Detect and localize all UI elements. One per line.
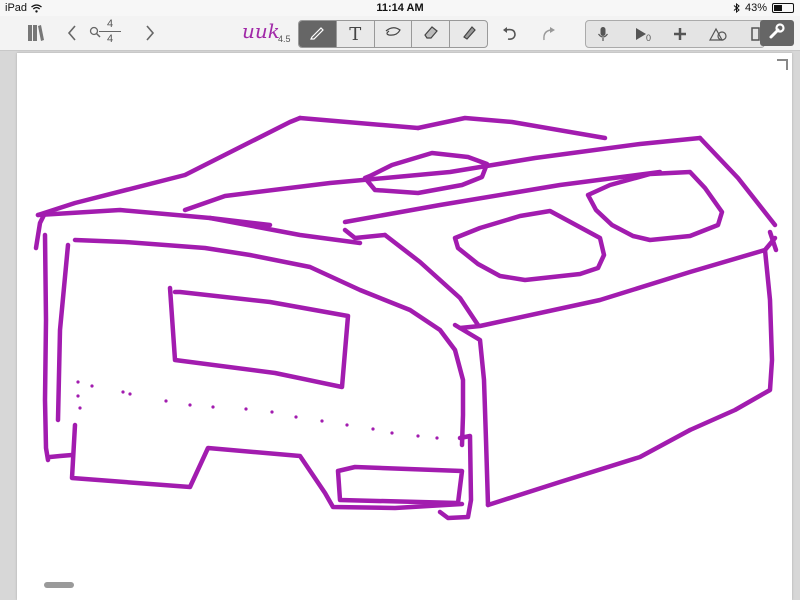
ink-stroke (342, 227, 388, 241)
ink-stroke (382, 232, 481, 328)
ink-dot (270, 410, 274, 414)
ink-dot (76, 380, 80, 384)
ink-dot (211, 405, 215, 409)
ink-dot (164, 399, 168, 403)
ink-stroke (297, 115, 421, 131)
ink-dot (90, 384, 94, 388)
ink-dot (76, 394, 80, 398)
stitch-dots (76, 380, 439, 440)
ink-stroke (697, 135, 778, 228)
ink-stroke (33, 212, 47, 251)
ink-stroke (47, 452, 75, 460)
ink-dot (390, 431, 394, 435)
ink-stroke (182, 135, 703, 213)
ink-dot (294, 415, 298, 419)
ink-stroke (69, 422, 465, 511)
ink-dot (188, 403, 192, 407)
ink-dot (435, 436, 439, 440)
ink-dot (345, 423, 349, 427)
ink-stroke (72, 237, 466, 448)
ink-dot (371, 427, 375, 431)
ink-stroke (452, 208, 607, 283)
ink-stroke (687, 247, 775, 433)
ink-dot (78, 406, 82, 410)
page-handle[interactable] (44, 582, 74, 588)
ink-dot (244, 407, 248, 411)
ink-stroke (55, 242, 71, 423)
ink-stroke (767, 229, 779, 253)
ink-stroke (207, 215, 363, 246)
ink-stroke (415, 115, 608, 141)
ink-dot (320, 419, 324, 423)
ink-dot (128, 392, 132, 396)
ink-stroke (485, 427, 693, 508)
ink-dot (121, 390, 125, 394)
ink-stroke (585, 169, 725, 243)
ink-stroke (167, 285, 351, 390)
ink-dot (416, 434, 420, 438)
ink-drawing (33, 115, 779, 521)
ink-stroke (42, 232, 51, 463)
ink-stroke (335, 464, 465, 506)
ink-stroke (35, 115, 303, 218)
ink-stroke (457, 235, 778, 331)
